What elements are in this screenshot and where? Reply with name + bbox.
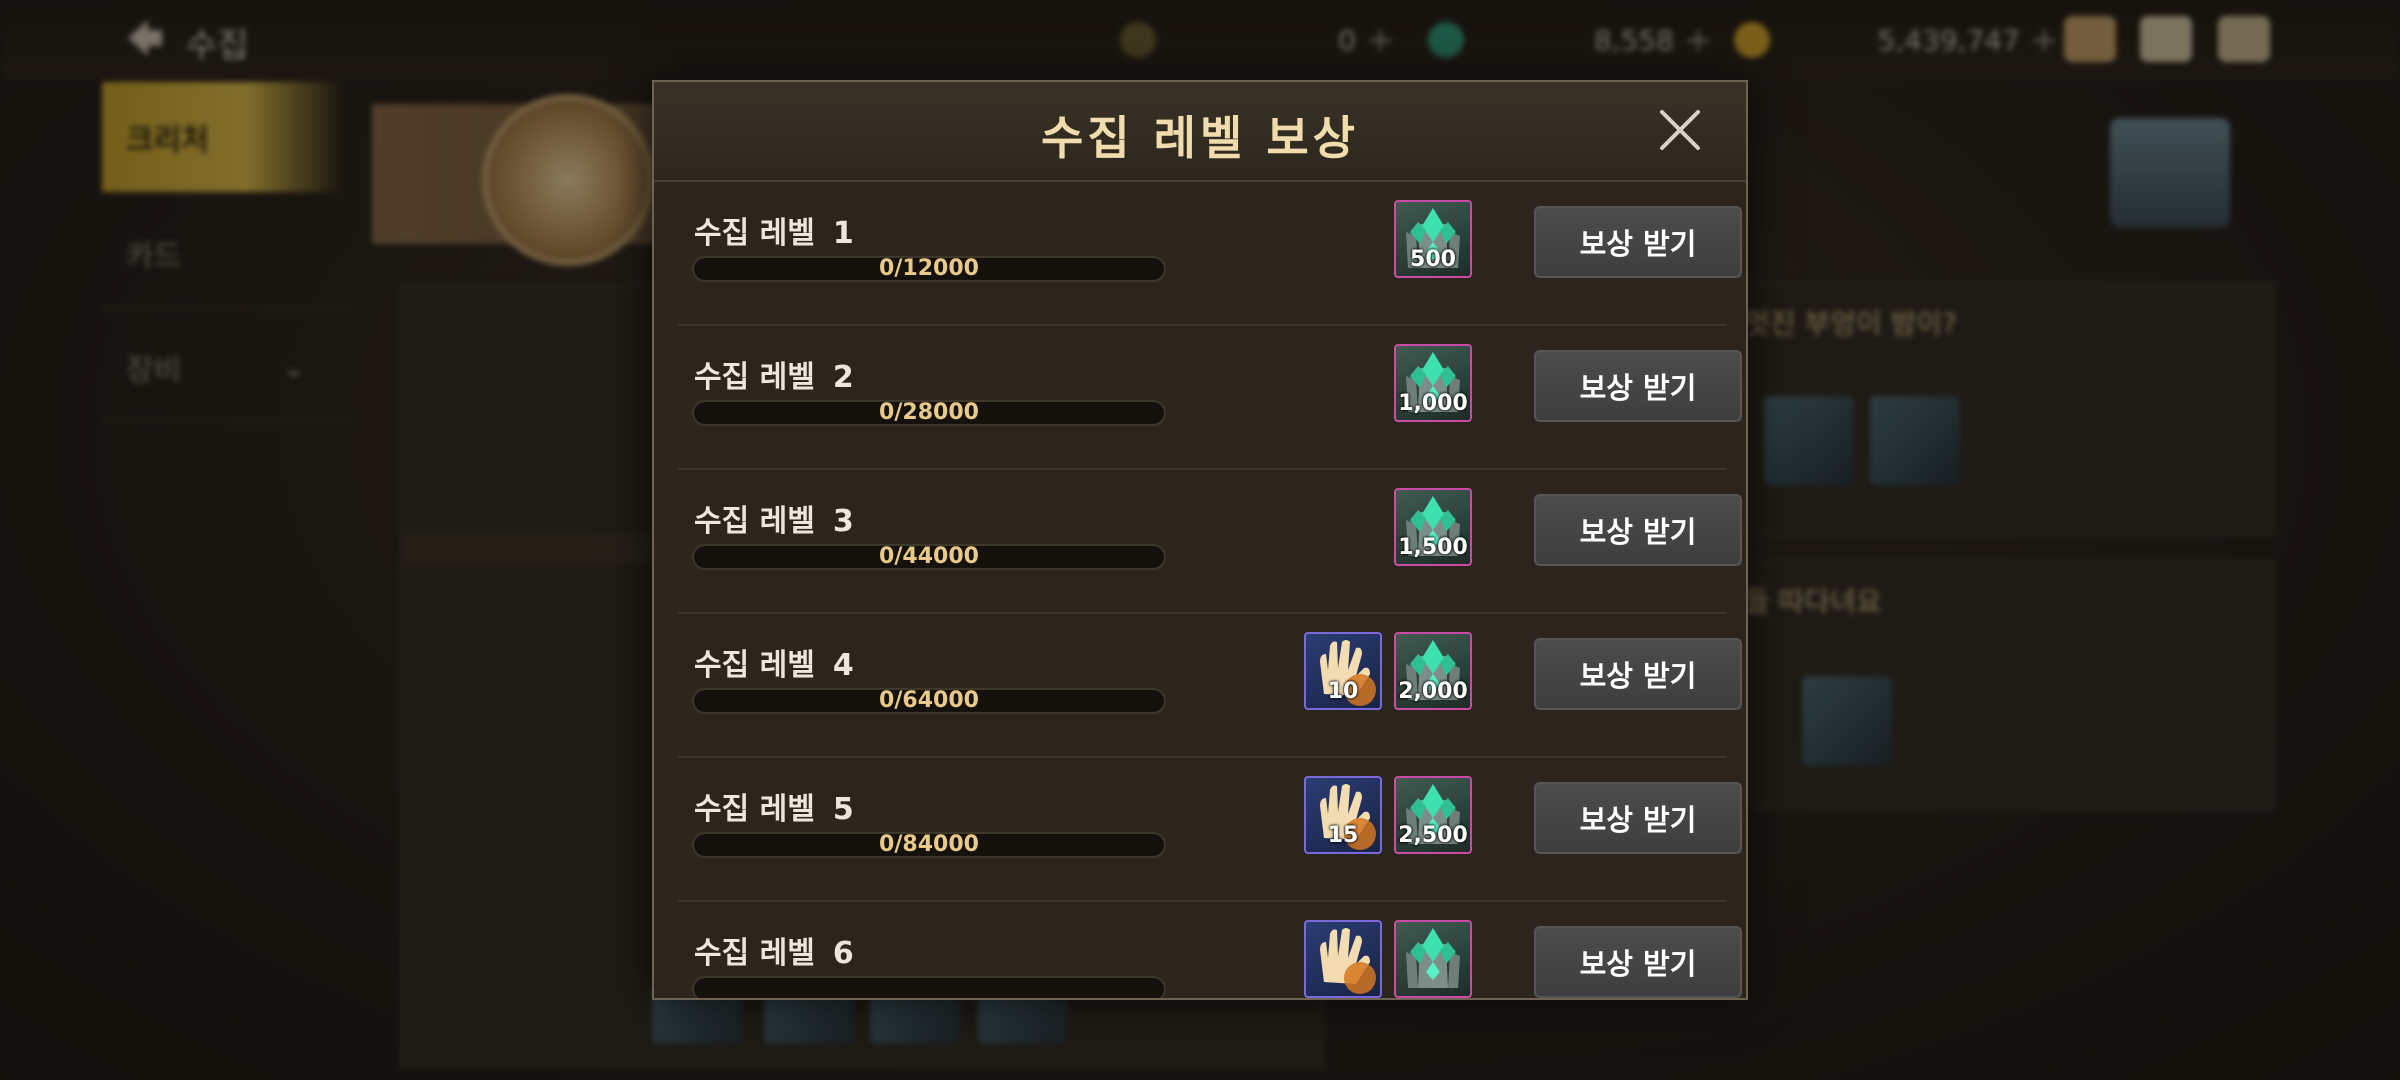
crystal-shape <box>1406 928 1460 988</box>
row-level-prefix: 수집 레벨 <box>694 360 815 395</box>
reward-row: 수집 레벨 1 0/12000 500 보상 받기 <box>678 182 1742 326</box>
reward-quantity: 15 <box>1327 823 1359 848</box>
reward-row: 수집 레벨 4 0/64000 10 2,000 보상 받기 <box>678 614 1742 758</box>
row-level-prefix: 수집 레벨 <box>694 648 815 683</box>
row-level-prefix: 수집 레벨 <box>694 504 815 539</box>
level-progress-bar: 0/28000 <box>692 400 1166 426</box>
row-level-label: 수집 레벨 3 <box>694 496 854 540</box>
row-level-number: 2 <box>832 360 854 395</box>
claim-reward-button[interactable]: 보상 받기 <box>1534 350 1742 422</box>
row-level-number: 4 <box>832 648 854 683</box>
row-level-prefix: 수집 레벨 <box>694 936 815 971</box>
close-icon[interactable] <box>1656 106 1704 154</box>
reward-rows: 수집 레벨 1 0/12000 500 보상 받기 수집 레벨 2 0/28000 1,000 보… <box>678 182 1742 998</box>
reward-quantity: 1,000 <box>1398 391 1468 416</box>
progress-text: 0/28000 <box>879 400 979 425</box>
reward-crystal-icon[interactable]: 500 <box>1394 200 1472 278</box>
reward-crystal-icon[interactable]: 1,500 <box>1394 488 1472 566</box>
reward-row: 수집 레벨 2 0/28000 1,000 보상 받기 <box>678 326 1742 470</box>
progress-text: 0/44000 <box>879 544 979 569</box>
reward-row: 수집 레벨 5 0/84000 15 2,500 보상 받기 <box>678 758 1742 902</box>
reward-glove-icon[interactable]: 15 <box>1304 776 1382 854</box>
level-progress-bar: 0/12000 <box>692 256 1166 282</box>
reward-quantity: 10 <box>1327 679 1359 704</box>
claim-reward-button[interactable]: 보상 받기 <box>1534 926 1742 998</box>
modal-header: 수집 레벨 보상 <box>654 82 1746 182</box>
claim-reward-button[interactable]: 보상 받기 <box>1534 638 1742 710</box>
reward-crystal-icon[interactable]: 2,000 <box>1394 632 1472 710</box>
progress-text: 0/84000 <box>879 832 979 857</box>
level-progress-bar: 0/44000 <box>692 544 1166 570</box>
row-level-number: 5 <box>832 792 854 827</box>
row-level-label: 수집 레벨 1 <box>694 208 854 252</box>
row-level-number: 3 <box>832 504 854 539</box>
row-level-label: 수집 레벨 5 <box>694 784 854 828</box>
row-level-label: 수집 레벨 2 <box>694 352 854 396</box>
modal-title: 수집 레벨 보상 <box>1041 111 1359 165</box>
progress-text <box>694 978 1164 998</box>
reward-row: 수집 레벨 6 보상 받기 <box>678 902 1742 998</box>
collection-level-reward-modal: 수집 레벨 보상 수집 레벨 1 0/12000 500 보상 받기 수집 레벨 2 0/28… <box>652 80 1748 1000</box>
row-level-number: 6 <box>832 936 854 971</box>
reward-quantity: 500 <box>1410 247 1456 272</box>
row-level-prefix: 수집 레벨 <box>694 792 815 827</box>
reward-row: 수집 레벨 3 0/44000 1,500 보상 받기 <box>678 470 1742 614</box>
reward-quantity: 2,500 <box>1398 823 1468 848</box>
claim-reward-button[interactable]: 보상 받기 <box>1534 494 1742 566</box>
progress-text: 0/64000 <box>879 688 979 713</box>
reward-glove-icon[interactable]: 10 <box>1304 632 1382 710</box>
row-level-prefix: 수집 레벨 <box>694 216 815 251</box>
row-level-label: 수집 레벨 4 <box>694 640 854 684</box>
reward-crystal-icon[interactable]: 2,500 <box>1394 776 1472 854</box>
reward-crystal-icon[interactable] <box>1394 920 1472 998</box>
row-level-number: 1 <box>832 216 854 251</box>
level-progress-bar: 0/84000 <box>692 832 1166 858</box>
progress-text: 0/12000 <box>879 256 979 281</box>
level-progress-bar: 0/64000 <box>692 688 1166 714</box>
claim-reward-button[interactable]: 보상 받기 <box>1534 782 1742 854</box>
claim-reward-button[interactable]: 보상 받기 <box>1534 206 1742 278</box>
reward-glove-icon[interactable] <box>1304 920 1382 998</box>
reward-quantity: 1,500 <box>1398 535 1468 560</box>
reward-crystal-icon[interactable]: 1,000 <box>1394 344 1472 422</box>
glove-shape <box>1320 928 1376 994</box>
row-level-label: 수집 레벨 6 <box>694 928 854 972</box>
level-progress-bar <box>692 976 1166 998</box>
reward-quantity: 2,000 <box>1398 679 1468 704</box>
